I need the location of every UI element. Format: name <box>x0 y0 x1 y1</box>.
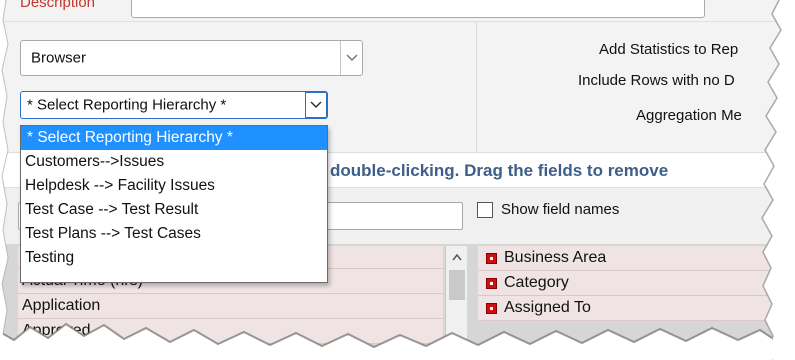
description-label: Description <box>20 0 96 11</box>
instruction-text: double-clicking. Drag the fields to remo… <box>330 161 669 180</box>
panel-divider <box>476 22 477 152</box>
browser-select[interactable]: Browser <box>20 40 363 76</box>
report-config-window: Description Browser * Select Reporting H… <box>0 0 795 360</box>
description-row: Description <box>0 0 795 22</box>
show-field-names-checkbox[interactable] <box>477 201 493 218</box>
hierarchy-dropdown-list[interactable]: * Select Reporting Hierarchy * Customers… <box>20 125 328 283</box>
list-item[interactable]: Business Area <box>478 246 795 271</box>
aggregation-method-label: Aggregation Me <box>636 107 742 124</box>
fields-scrollbar[interactable] <box>445 246 467 360</box>
dropdown-option[interactable]: Test Case --> Test Result <box>21 198 327 222</box>
list-item[interactable]: Application <box>18 294 443 319</box>
red-square-icon[interactable] <box>486 302 497 314</box>
dropdown-option[interactable]: Helpdesk --> Facility Issues <box>21 174 327 198</box>
list-item[interactable]: Approved <box>18 319 443 344</box>
list-item[interactable]: Category <box>478 271 795 296</box>
selected-fields-list[interactable]: Business Area Category Assigned To <box>478 246 795 360</box>
dropdown-option[interactable]: Test Plans --> Test Cases <box>21 222 327 246</box>
list-item[interactable]: Assigned To <box>478 296 795 321</box>
selected-field-label: Assigned To <box>504 299 591 316</box>
show-field-names-toggle[interactable]: Show field names <box>477 201 619 218</box>
red-square-icon[interactable] <box>486 252 497 264</box>
dropdown-option[interactable]: Customers-->Issues <box>21 150 327 174</box>
browser-select-value: Browser <box>31 49 87 67</box>
red-square-icon[interactable] <box>486 277 497 289</box>
add-statistics-label: Add Statistics to Rep <box>599 41 739 58</box>
reporting-hierarchy-select[interactable]: * Select Reporting Hierarchy * <box>20 91 328 119</box>
selected-field-label: Business Area <box>504 249 607 266</box>
include-rows-label: Include Rows with no D <box>578 72 735 89</box>
selected-field-label: Category <box>504 274 569 291</box>
chevron-up-icon[interactable] <box>446 248 468 266</box>
show-field-names-label: Show field names <box>501 201 620 218</box>
hierarchy-select-value: * Select Reporting Hierarchy * <box>27 96 227 114</box>
scrollbar-thumb[interactable] <box>449 270 465 300</box>
chevron-down-icon[interactable] <box>305 92 327 118</box>
chevron-down-icon[interactable] <box>340 41 362 75</box>
description-input[interactable] <box>131 0 705 18</box>
dropdown-option[interactable]: * Select Reporting Hierarchy * <box>21 126 327 150</box>
dropdown-option[interactable]: Testing <box>21 246 327 270</box>
